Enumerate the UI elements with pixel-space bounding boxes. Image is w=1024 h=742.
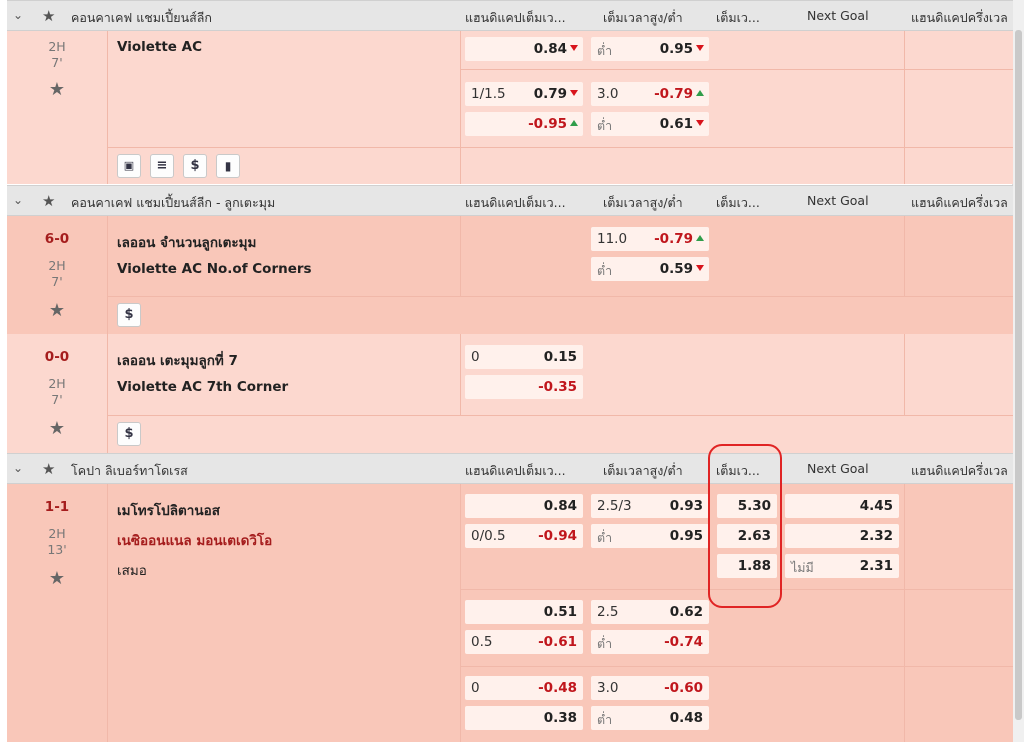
col-half-handicap: แฮนดิแคปครึ่งเวล	[911, 10, 1008, 25]
chevron-down-icon[interactable]: ⌄	[13, 461, 23, 475]
scrollbar-thumb[interactable]	[1015, 30, 1022, 720]
match-period: 2H	[48, 39, 66, 54]
odds-cell[interactable]: ต่ำ 0.59	[591, 257, 709, 281]
odds-cell[interactable]: 0 0.15	[465, 345, 583, 369]
odds-cell[interactable]: 0.5 -0.61	[465, 630, 583, 654]
star-icon[interactable]: ★	[42, 7, 55, 25]
col-handicap: แฮนดิแคปเต็มเว...	[465, 195, 566, 210]
favorite-star-icon[interactable]: ★	[7, 568, 107, 589]
team-name-home: เลออน เตะมุมลูกที่ 7	[117, 353, 238, 369]
match-minute: 7'	[51, 392, 63, 407]
odds-cell[interactable]: ต่ำ 0.95	[591, 37, 709, 61]
favorite-star-icon[interactable]: ★	[7, 79, 107, 100]
match-minute: 7'	[51, 274, 63, 289]
arrow-up-icon	[696, 235, 704, 241]
team-name-away: เนซิออนแนล มอนเตเดวิโอ	[117, 533, 273, 549]
odds-cell[interactable]: 2.5 0.62	[591, 600, 709, 624]
dollar-icon[interactable]: $	[117, 303, 141, 327]
team-name-away: Violette AC 7th Corner	[117, 379, 289, 395]
arrow-down-icon	[570, 90, 578, 96]
odds-cell[interactable]: ไม่มี 2.31	[785, 554, 899, 578]
league-name: โคปา ลิเบอร์ทาโดเรส	[71, 463, 188, 478]
arrow-up-icon	[570, 120, 578, 126]
odds-cell[interactable]: ต่ำ 0.48	[591, 706, 709, 730]
col-over-under: เต็มเวลาสูง/ต่ำ	[603, 195, 683, 210]
col-next-goal: Next Goal	[807, 8, 869, 23]
odds-cell[interactable]: 3.0 -0.79	[591, 82, 709, 106]
odds-cell[interactable]: ต่ำ 0.95	[591, 524, 709, 548]
col-over-under: เต็มเวลาสูง/ต่ำ	[603, 10, 683, 25]
col-1x2: เต็มเว...	[716, 10, 760, 25]
match-period: 2H	[48, 376, 66, 391]
arrow-down-icon	[570, 45, 578, 51]
league-header[interactable]: ⌄ ★ โคปา ลิเบอร์ทาโดเรส แฮนดิแคปเต็มเว..…	[7, 453, 1013, 484]
odds-cell[interactable]: -0.35	[465, 375, 583, 399]
star-icon[interactable]: ★	[42, 192, 55, 210]
col-next-goal: Next Goal	[807, 461, 869, 476]
odds-cell[interactable]: 0.51	[465, 600, 583, 624]
dollar-icon[interactable]: $	[117, 422, 141, 446]
league-header[interactable]: ⌄ ★ คอนคาเคฟ แชมเปี้ยนส์ลีก แฮนดิแคปเต็ม…	[7, 0, 1013, 31]
match-minute: 7'	[51, 55, 63, 70]
team-name-away: Violette AC No.of Corners	[117, 261, 312, 277]
odds-cell[interactable]: 0 -0.48	[465, 676, 583, 700]
arrow-up-icon	[696, 90, 704, 96]
match-block: 0-0 2H 7' ★ เลออน เตะมุมลูกที่ 7 Violett…	[7, 334, 1013, 453]
draw-label: เสมอ	[117, 563, 147, 579]
league-name: คอนคาเคฟ แชมเปี้ยนส์ลีก - ลูกเตะมุม	[71, 195, 276, 210]
odds-cell[interactable]: ต่ำ 0.61	[591, 112, 709, 136]
odds-cell[interactable]: 0/0.5 -0.94	[465, 524, 583, 548]
col-handicap: แฮนดิแคปเต็มเว...	[465, 463, 566, 478]
match-score: 1-1	[44, 499, 70, 515]
col-1x2: เต็มเว...	[716, 195, 760, 210]
arrow-down-icon	[696, 45, 704, 51]
team-name: Violette AC	[117, 39, 203, 55]
odds-cell[interactable]: 2.5/3 0.93	[591, 494, 709, 518]
col-half-handicap: แฮนดิแคปครึ่งเวล	[911, 195, 1008, 210]
col-over-under: เต็มเวลาสูง/ต่ำ	[603, 463, 683, 478]
layers-icon[interactable]: ≡	[150, 154, 174, 178]
odds-cell[interactable]: ต่ำ -0.74	[591, 630, 709, 654]
odds-cell[interactable]: 1/1.5 0.79	[465, 82, 583, 106]
match-period: 2H	[48, 526, 66, 541]
match-minute: 13'	[47, 542, 67, 557]
league-header[interactable]: ⌄ ★ คอนคาเคฟ แชมเปี้ยนส์ลีก - ลูกเตะมุม …	[7, 185, 1013, 216]
star-icon[interactable]: ★	[42, 460, 55, 478]
team-name-home: เลออน จำนวนลูกเตะมุม	[117, 235, 257, 251]
team-name-home: เมโทรโปลิตานอส	[117, 503, 220, 519]
col-half-handicap: แฮนดิแคปครึ่งเวล	[911, 463, 1008, 478]
match-score: 0-0	[44, 349, 70, 365]
odds-cell[interactable]: 2.32	[785, 524, 899, 548]
match-score: 6-0	[44, 231, 70, 247]
league-name: คอนคาเคฟ แชมเปี้ยนส์ลีก	[71, 10, 212, 25]
odds-cell[interactable]: 3.0 -0.60	[591, 676, 709, 700]
match-block: 1-1 2H 13' ★ เมโทรโปลิตานอส เนซิออนแนล ม…	[7, 484, 1013, 742]
highlight-annotation	[708, 444, 782, 608]
dollar-icon[interactable]: $	[183, 154, 207, 178]
chevron-down-icon[interactable]: ⌄	[13, 193, 23, 207]
odds-cell[interactable]: 0.84	[465, 494, 583, 518]
match-block: 6-0 2H 7' ★ เลออน จำนวนลูกเตะมุม Violett…	[7, 216, 1013, 334]
match-block: 2H 7' ★ Violette AC 0.84 ต่ำ 0.95 1/1.5 …	[7, 31, 1013, 184]
odds-cell[interactable]: 4.45	[785, 494, 899, 518]
favorite-star-icon[interactable]: ★	[7, 418, 107, 439]
odds-cell[interactable]: -0.95	[465, 112, 583, 136]
field-icon[interactable]: ▣	[117, 154, 141, 178]
match-period: 2H	[48, 258, 66, 273]
scrollbar[interactable]	[1012, 0, 1024, 742]
chevron-down-icon[interactable]: ⌄	[13, 8, 23, 22]
arrow-down-icon	[696, 120, 704, 126]
col-next-goal: Next Goal	[807, 193, 869, 208]
arrow-down-icon	[696, 265, 704, 271]
odds-cell[interactable]: 0.38	[465, 706, 583, 730]
favorite-star-icon[interactable]: ★	[7, 300, 107, 321]
stats-chart-icon[interactable]: ▮​	[216, 154, 240, 178]
col-handicap: แฮนดิแคปเต็มเว...	[465, 10, 566, 25]
match-info	[7, 484, 108, 742]
odds-cell[interactable]: 11.0 -0.79	[591, 227, 709, 251]
odds-cell[interactable]: 0.84	[465, 37, 583, 61]
